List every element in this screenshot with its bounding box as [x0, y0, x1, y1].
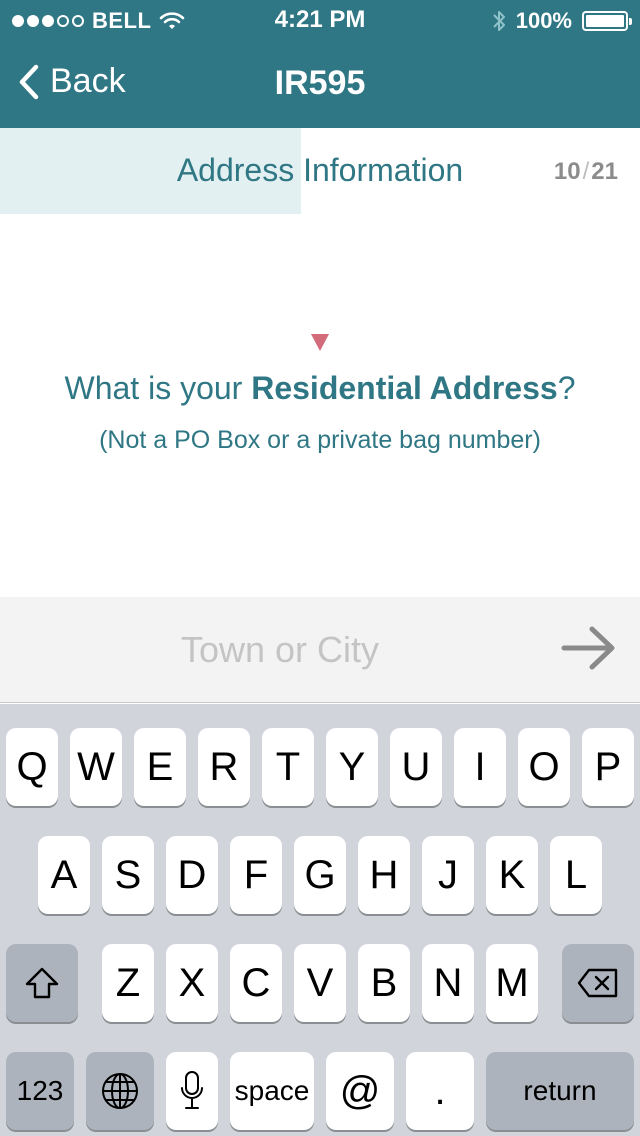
shift-icon: [25, 967, 59, 999]
key-n[interactable]: N: [422, 944, 474, 1022]
step-separator: /: [582, 158, 590, 185]
globe-key[interactable]: [86, 1052, 154, 1130]
key-m[interactable]: M: [486, 944, 538, 1022]
key-j[interactable]: J: [422, 836, 474, 914]
section-header: Address Information 10/21: [0, 128, 640, 214]
key-z[interactable]: Z: [102, 944, 154, 1022]
step-total: 21: [591, 158, 618, 185]
key-k[interactable]: K: [486, 836, 538, 914]
key-u[interactable]: U: [390, 728, 442, 806]
navigation-bar: Back IR595: [0, 40, 640, 128]
triangle-down-icon: [311, 334, 329, 351]
bluetooth-icon: [493, 11, 505, 31]
key-i[interactable]: I: [454, 728, 506, 806]
key-g[interactable]: G: [294, 836, 346, 914]
answer-row: [0, 597, 640, 703]
key-a[interactable]: A: [38, 836, 90, 914]
key-t[interactable]: T: [262, 728, 314, 806]
page-title: IR595: [274, 64, 366, 102]
backspace-key[interactable]: [562, 944, 634, 1022]
key-s[interactable]: S: [102, 836, 154, 914]
arrow-right-icon[interactable]: [560, 623, 618, 673]
battery-icon: [582, 11, 632, 31]
shift-key[interactable]: [6, 944, 78, 1022]
step-current: 10: [553, 158, 581, 185]
question-suffix: ?: [557, 370, 576, 406]
at-key[interactable]: @: [326, 1052, 394, 1130]
town-city-input[interactable]: [40, 615, 520, 685]
key-f[interactable]: F: [230, 836, 282, 914]
key-e[interactable]: E: [134, 728, 186, 806]
dictation-key[interactable]: [166, 1052, 218, 1130]
key-q[interactable]: Q: [6, 728, 58, 806]
numbers-key[interactable]: 123: [6, 1052, 74, 1130]
question-text: What is your Residential Address?: [0, 370, 640, 407]
section-title: Address Information: [176, 152, 464, 188]
key-o[interactable]: O: [518, 728, 570, 806]
question-area: What is your Residential Address? (Not a…: [0, 214, 640, 597]
key-y[interactable]: Y: [326, 728, 378, 806]
key-p[interactable]: P: [582, 728, 634, 806]
question-subtitle: (Not a PO Box or a private bag number): [99, 426, 541, 454]
key-w[interactable]: W: [70, 728, 122, 806]
globe-icon: [102, 1073, 138, 1109]
key-x[interactable]: X: [166, 944, 218, 1022]
key-h[interactable]: H: [358, 836, 410, 914]
return-key[interactable]: return: [486, 1052, 634, 1130]
key-b[interactable]: B: [358, 944, 410, 1022]
key-l[interactable]: L: [550, 836, 602, 914]
battery-percent: 100%: [515, 8, 572, 33]
key-v[interactable]: V: [294, 944, 346, 1022]
step-counter: 10/21: [554, 158, 618, 186]
period-key[interactable]: .: [406, 1052, 474, 1130]
backspace-icon: [577, 968, 618, 998]
microphone-icon: [181, 1071, 203, 1109]
key-r[interactable]: R: [198, 728, 250, 806]
key-d[interactable]: D: [166, 836, 218, 914]
question-prefix: What is your: [64, 370, 252, 406]
top-bar: BELL 4:21 PM 100% Back IR595: [0, 0, 640, 128]
keyboard: QWERTYUIOP ASDFGHJKL ZXCVBNM 123 space @…: [0, 704, 640, 1136]
key-c[interactable]: C: [230, 944, 282, 1022]
status-bar: BELL 4:21 PM 100%: [0, 0, 640, 40]
question-emphasis: Residential Address: [251, 370, 558, 406]
space-key[interactable]: space: [230, 1052, 314, 1130]
